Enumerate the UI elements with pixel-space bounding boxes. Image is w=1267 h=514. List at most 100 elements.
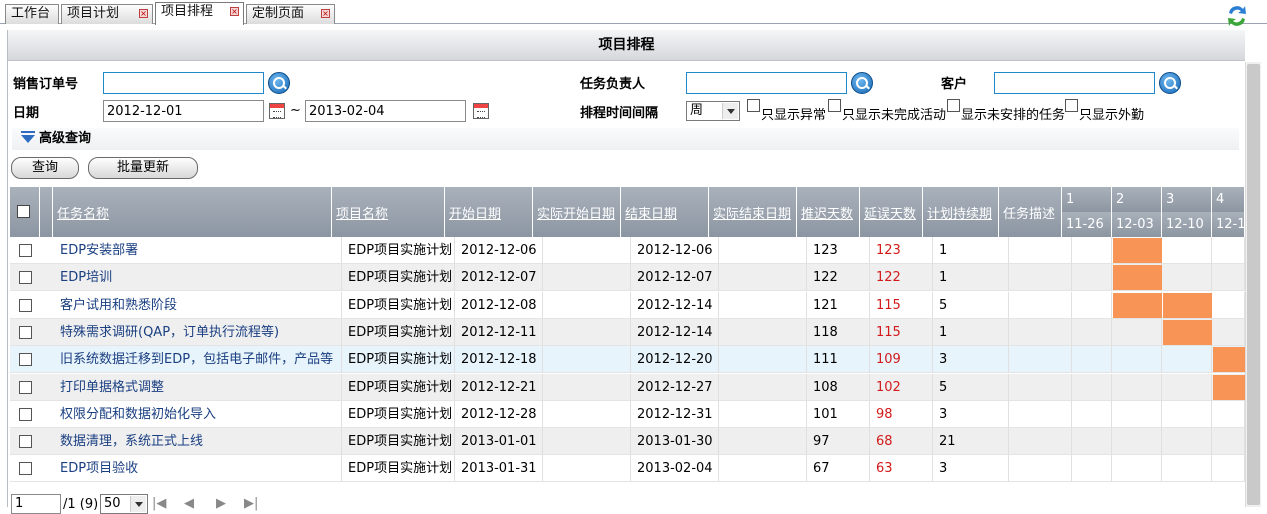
tab-project-plan[interactable]: 项目计划 ×: [61, 4, 153, 24]
table-row[interactable]: EDP安装部署 EDP项目实施计划 2012-12-06 2012-12-06 123 1…: [10, 237, 1245, 264]
gantt-cell: [1212, 237, 1245, 264]
cell-project: EDP项目实施计划: [342, 400, 455, 428]
table-row[interactable]: 旧系统数据迁移到EDP，包括电子邮件，产品等 EDP项目实施计划 2012-12-1…: [10, 346, 1245, 374]
calendar-icon[interactable]: [473, 103, 489, 119]
date-label: 日期: [13, 106, 40, 121]
advanced-query-label: 高级查询: [39, 131, 92, 146]
cell-task[interactable]: EDP安装部署: [10, 237, 342, 264]
header-label: 任务名称: [57, 207, 110, 222]
gantt-cell: [1112, 346, 1162, 374]
select-all-checkbox[interactable]: [17, 205, 30, 218]
cell-task[interactable]: 客户试用和熟悉阶段: [10, 291, 342, 319]
table-row[interactable]: EDP项目验收 EDP项目实施计划 2013-01-31 2013-02-04 67 63…: [10, 455, 1245, 483]
cell-task[interactable]: EDP培训: [10, 264, 342, 292]
cell-dur: 5: [933, 291, 1009, 319]
first-page-icon[interactable]: |◀: [152, 496, 166, 511]
next-page-icon[interactable]: ▶: [216, 496, 226, 511]
gantt-cell: [1212, 291, 1245, 319]
sales-order-input[interactable]: [103, 72, 264, 94]
header-postpone-days[interactable]: 推迟天数: [797, 187, 860, 237]
check-only-abnormal[interactable]: [747, 99, 760, 112]
customer-input[interactable]: [994, 72, 1155, 94]
vertical-scrollbar[interactable]: [1245, 62, 1261, 507]
page-title: 项目排程: [8, 30, 1245, 61]
owner-input[interactable]: [686, 72, 847, 94]
table-row[interactable]: 客户试用和熟悉阶段 EDP项目实施计划 2012-12-08 2012-12-14 12…: [10, 291, 1245, 319]
close-icon[interactable]: ×: [230, 7, 239, 16]
tab-label: 项目计划: [67, 6, 120, 21]
cell-task[interactable]: 权限分配和数据初始化导入: [10, 400, 342, 428]
gantt-cell: [1062, 291, 1112, 319]
header-label: 项目名称: [336, 207, 389, 222]
cell-task[interactable]: 特殊需求调研(QAP，订单执行流程等): [10, 318, 342, 346]
table-row[interactable]: 权限分配和数据初始化导入 EDP项目实施计划 2012-12-28 2012-12-3…: [10, 400, 1245, 428]
cell-end: 2012-12-14: [631, 291, 719, 319]
date-to-input[interactable]: [305, 100, 466, 122]
sales-order-search-icon[interactable]: [268, 72, 290, 94]
week-num-label: 2: [1116, 192, 1125, 207]
header-end-date[interactable]: 结束日期: [621, 187, 709, 237]
header-week-date: 12-10: [1162, 212, 1212, 237]
cell-empty: [719, 264, 807, 292]
cell-empty: [543, 318, 631, 346]
gantt-bar: [1163, 319, 1212, 345]
owner-search-icon[interactable]: [851, 72, 873, 94]
header-week-num: 1: [1062, 187, 1112, 212]
check-only-unfinished[interactable]: [828, 99, 841, 112]
header-actual-end[interactable]: 实际结束日期: [709, 187, 797, 237]
scrollbar-thumb[interactable]: [1247, 64, 1260, 505]
query-button[interactable]: 查询: [11, 157, 79, 179]
header-task-name[interactable]: 任务名称: [53, 187, 332, 237]
week-date-label: 11-26: [1066, 217, 1104, 232]
header-label: 延误天数: [864, 207, 917, 222]
calendar-icon[interactable]: [269, 103, 285, 119]
tab-workbench[interactable]: 工作台: [5, 4, 59, 24]
cell-task[interactable]: 数据清理，系统正式上线: [10, 428, 342, 456]
header-planned-duration[interactable]: 计划持续期: [923, 187, 999, 237]
cell-start: 2012-12-07: [455, 264, 543, 292]
prev-page-icon[interactable]: ◀: [184, 496, 194, 511]
header-week-date: 12-03: [1112, 212, 1162, 237]
gantt-cell: [1062, 318, 1112, 346]
table-row[interactable]: EDP培训 EDP项目实施计划 2012-12-07 2012-12-07 122 122…: [10, 264, 1245, 292]
table-row[interactable]: 数据清理，系统正式上线 EDP项目实施计划 2013-01-01 2013-01-30…: [10, 428, 1245, 456]
header-start-date[interactable]: 开始日期: [445, 187, 533, 237]
date-from-input[interactable]: [103, 100, 264, 122]
page-size-select[interactable]: 50: [100, 494, 148, 514]
cell-end: 2012-12-27: [631, 373, 719, 401]
check-show-unscheduled[interactable]: [947, 99, 960, 112]
batch-update-button[interactable]: 批量更新: [88, 157, 198, 179]
gantt-cell: [1112, 373, 1162, 401]
check-only-field-work[interactable]: [1065, 99, 1078, 112]
gantt-cell: [1062, 237, 1112, 264]
week-date-label: 12-03: [1116, 217, 1154, 232]
table-row[interactable]: 特殊需求调研(QAP，订单执行流程等) EDP项目实施计划 2012-12-11 20…: [10, 318, 1245, 346]
header-project-name[interactable]: 项目名称: [332, 187, 445, 237]
page-number-input[interactable]: [11, 494, 61, 514]
interval-select[interactable]: 周: [686, 101, 740, 121]
cell-task[interactable]: EDP项目验收: [10, 455, 342, 483]
cell-empty: [543, 373, 631, 401]
table-row[interactable]: 打印单据格式调整 EDP项目实施计划 2012-12-21 2012-12-27 108…: [10, 373, 1245, 401]
close-icon[interactable]: ×: [321, 9, 330, 18]
customer-search-icon[interactable]: [1159, 72, 1181, 94]
cell-dur: 1: [933, 237, 1009, 264]
tab-project-schedule[interactable]: 项目排程 ×: [155, 2, 244, 25]
close-icon[interactable]: ×: [139, 9, 148, 18]
header-week-num: 4: [1212, 187, 1245, 212]
cell-dur: 1: [933, 318, 1009, 346]
date-separator: ~: [290, 103, 301, 118]
last-page-icon[interactable]: ▶|: [244, 496, 258, 511]
tab-custom-page[interactable]: 定制页面 ×: [246, 4, 335, 24]
cell-task[interactable]: 打印单据格式调整: [10, 373, 342, 401]
advanced-query-toggle[interactable]: 高级查询: [12, 128, 1239, 150]
cell-empty: [719, 237, 807, 264]
cell-late: 115: [870, 318, 933, 346]
cell-late: 63: [870, 455, 933, 483]
gantt-cell: [1162, 400, 1212, 428]
refresh-icon[interactable]: [1225, 3, 1249, 29]
header-late-days[interactable]: 延误天数: [860, 187, 923, 237]
header-actual-start[interactable]: 实际开始日期: [533, 187, 621, 237]
cell-task[interactable]: 旧系统数据迁移到EDP，包括电子邮件，产品等: [10, 346, 342, 374]
cell-delay: 101: [807, 400, 870, 428]
